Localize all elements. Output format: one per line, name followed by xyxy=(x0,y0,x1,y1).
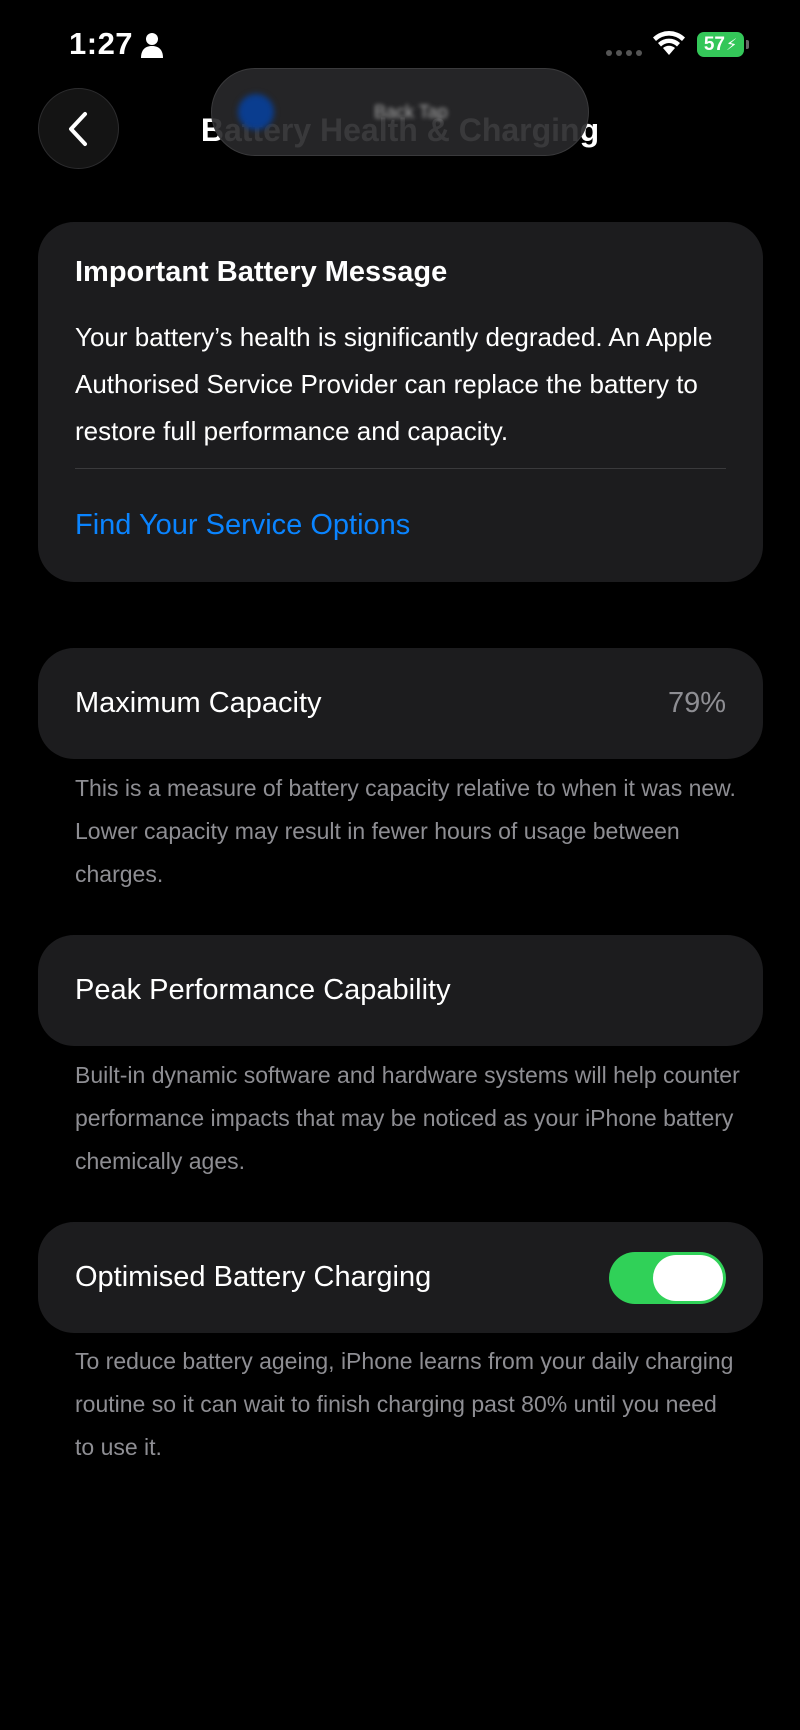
wifi-icon xyxy=(653,31,685,55)
optimised-charging-toggle[interactable] xyxy=(609,1251,726,1304)
find-service-options-link[interactable]: Find Your Service Options xyxy=(75,509,410,542)
maximum-capacity-footnote: This is a measure of battery capacity re… xyxy=(75,775,736,887)
notification-text: Back Tap xyxy=(374,101,448,122)
bolt-icon: ⚡︎ xyxy=(725,36,738,54)
optimised-charging-footnote: To reduce battery ageing, iPhone learns … xyxy=(75,1348,734,1460)
maximum-capacity-row: Maximum Capacity 79% xyxy=(38,648,763,759)
back-button[interactable] xyxy=(38,88,119,169)
person-icon xyxy=(141,33,163,58)
notification-banner[interactable]: Back Tap xyxy=(211,68,589,156)
optimised-charging-label: Optimised Battery Charging xyxy=(75,1261,432,1293)
maximum-capacity-value: 79% xyxy=(667,687,726,719)
battery-level: 57 xyxy=(703,33,725,55)
message-body: Your battery’s health is significantly d… xyxy=(75,322,713,446)
toggle-knob xyxy=(653,1254,723,1301)
battery-cap xyxy=(746,40,749,49)
cellular-signal-icon xyxy=(606,50,642,56)
maximum-capacity-label: Maximum Capacity xyxy=(75,687,322,719)
peak-performance-label: Peak Performance Capability xyxy=(75,974,451,1006)
peak-performance-row[interactable]: Peak Performance Capability xyxy=(38,935,763,1046)
important-message-card: Important Battery Message Your battery’s… xyxy=(38,222,763,582)
divider xyxy=(75,468,726,469)
status-time: 1:27 xyxy=(69,26,134,61)
accessibility-icon xyxy=(238,94,274,130)
optimised-charging-row: Optimised Battery Charging xyxy=(38,1222,763,1333)
message-title: Important Battery Message xyxy=(75,256,448,288)
chevron-left-icon xyxy=(68,111,87,146)
battery-icon: 57 ⚡︎ xyxy=(697,32,744,57)
peak-performance-footnote: Built-in dynamic software and hardware s… xyxy=(75,1062,740,1174)
